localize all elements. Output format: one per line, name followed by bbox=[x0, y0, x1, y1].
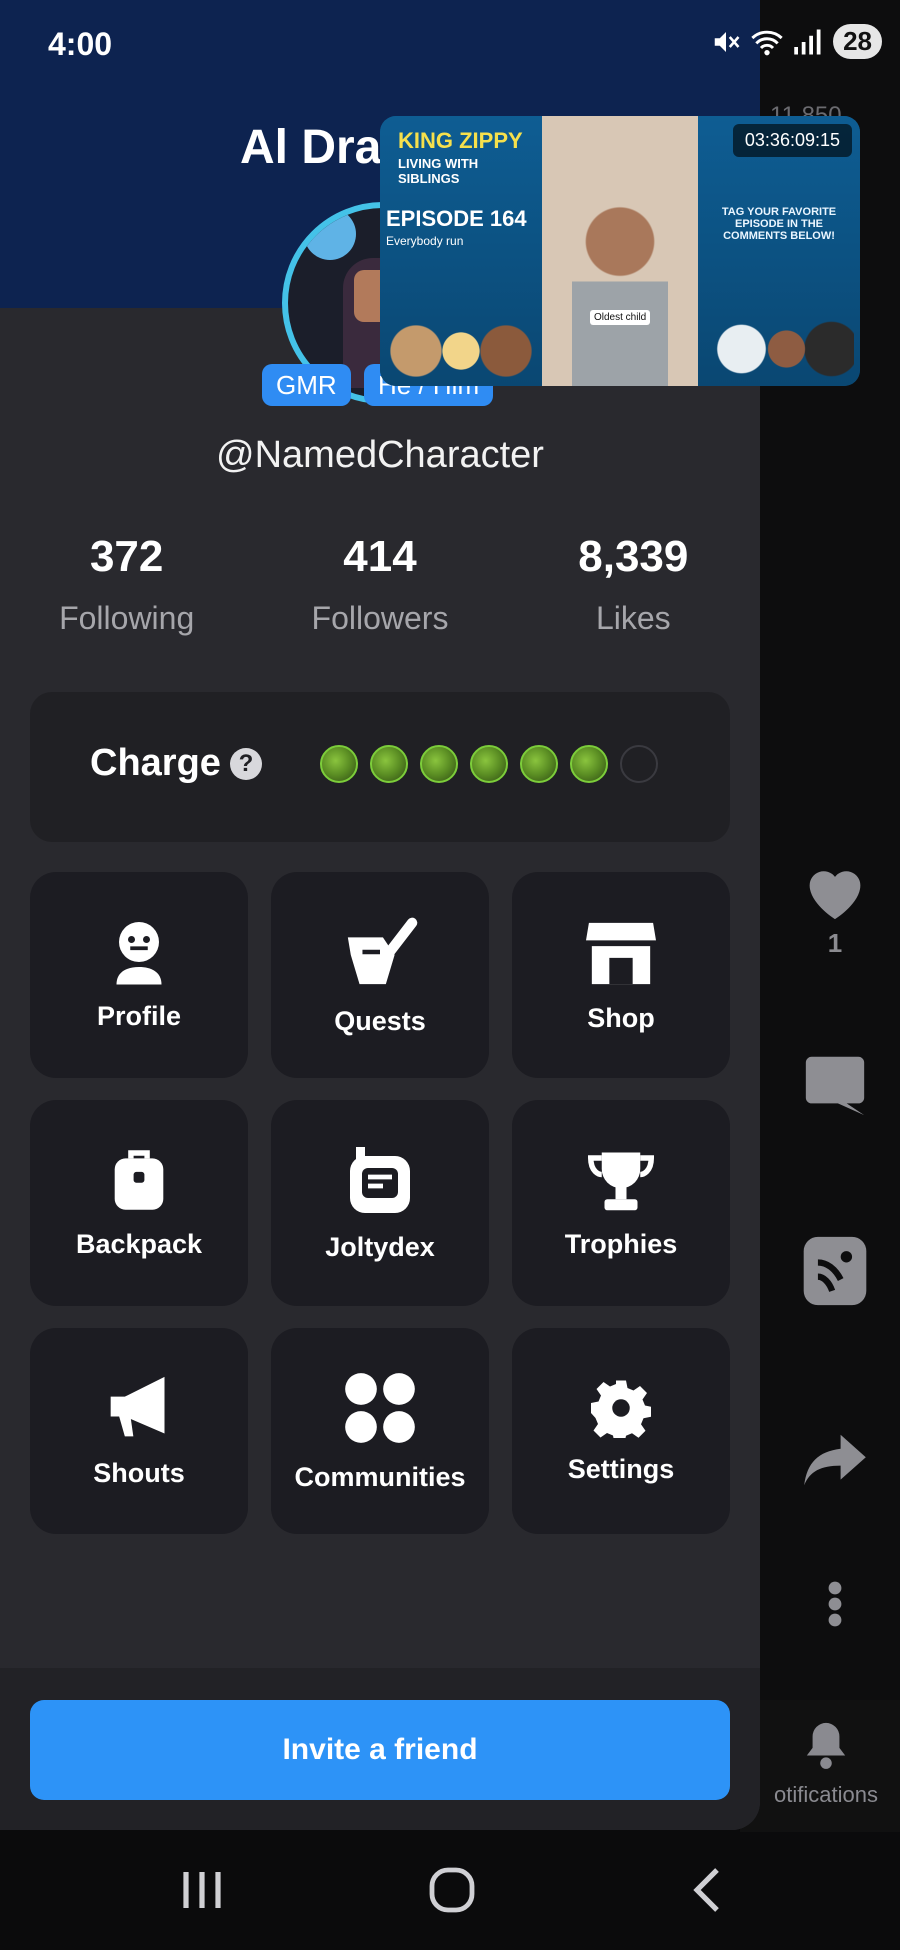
tile-label: Shop bbox=[587, 1002, 655, 1033]
comment-button[interactable] bbox=[790, 1048, 880, 1118]
charge-dot-filled bbox=[370, 745, 408, 783]
stat-value: 372 bbox=[89, 532, 164, 581]
tile-label: Settings bbox=[567, 1453, 675, 1484]
status-icons: 28 bbox=[711, 24, 882, 59]
charge-dot-filled bbox=[420, 745, 458, 783]
stat-followers[interactable]: 414 Followers bbox=[253, 532, 506, 637]
notifications-tab[interactable]: otifications bbox=[752, 1718, 900, 1808]
video-person bbox=[572, 196, 668, 386]
trophies-tile[interactable]: Trophies bbox=[512, 1100, 730, 1306]
tile-label: Communities bbox=[294, 1461, 466, 1492]
quests-icon bbox=[347, 917, 418, 984]
backpack-tile[interactable]: Backpack bbox=[30, 1100, 248, 1306]
stat-likes[interactable]: 8,339 Likes bbox=[507, 532, 760, 637]
stat-value: 8,339 bbox=[578, 532, 689, 581]
video-timer: 03:36:09:15 bbox=[732, 124, 852, 157]
heart-icon bbox=[809, 871, 861, 920]
quests-tile[interactable]: Quests bbox=[271, 872, 489, 1078]
video-characters-right bbox=[704, 312, 854, 386]
wifi-icon bbox=[751, 30, 783, 55]
stat-following[interactable]: 372 Following bbox=[0, 532, 253, 637]
gear-icon bbox=[591, 1380, 651, 1438]
like-button[interactable]: 1 bbox=[790, 860, 880, 959]
charge-dot-empty bbox=[620, 745, 658, 783]
avatar-hat bbox=[304, 208, 356, 260]
backpack-icon bbox=[114, 1149, 164, 1210]
display-name: Al Dra bbox=[240, 121, 382, 174]
help-icon[interactable]: ? bbox=[230, 748, 262, 780]
video-middle-panel: Oldest child bbox=[542, 116, 698, 386]
video-left-panel: KING ZIPPY LIVING WITH SIBLINGS EPISODE … bbox=[380, 116, 542, 386]
tile-label: Joltydex bbox=[325, 1231, 435, 1262]
tile-label: Shouts bbox=[93, 1457, 185, 1488]
megaphone-icon bbox=[110, 1376, 165, 1436]
tile-label: Backpack bbox=[75, 1228, 203, 1259]
invite-friend-button[interactable]: Invite a friend bbox=[30, 1700, 730, 1800]
profile-tile[interactable]: Profile bbox=[30, 872, 248, 1078]
video-characters-left bbox=[386, 316, 536, 386]
shop-icon bbox=[586, 922, 656, 984]
communities-tile[interactable]: Communities bbox=[271, 1328, 489, 1534]
status-time: 4:00 bbox=[48, 26, 113, 62]
remix-button[interactable] bbox=[790, 1234, 880, 1308]
trophy-icon bbox=[588, 1152, 654, 1210]
tile-label: Quests bbox=[334, 1005, 426, 1036]
stat-label: Following bbox=[59, 600, 195, 636]
like-count: 1 bbox=[827, 928, 843, 958]
gmr-badge: GMR bbox=[262, 364, 351, 406]
stat-label: Followers bbox=[311, 600, 449, 636]
system-nav-bar bbox=[0, 1832, 900, 1950]
charge-dot-filled bbox=[320, 745, 358, 783]
recents-icon[interactable] bbox=[180, 1866, 224, 1914]
joltydex-icon bbox=[350, 1146, 410, 1213]
comment-icon bbox=[805, 1056, 865, 1116]
shouts-tile[interactable]: Shouts bbox=[30, 1328, 248, 1534]
remix-icon bbox=[803, 1236, 867, 1306]
back-icon[interactable] bbox=[690, 1866, 724, 1914]
charge-dot-filled bbox=[570, 745, 608, 783]
notifications-label: otifications bbox=[774, 1782, 878, 1807]
charge-dot-filled bbox=[520, 745, 558, 783]
more-vertical-icon bbox=[828, 1581, 842, 1627]
profile-icon bbox=[116, 921, 162, 984]
joltydex-tile[interactable]: Joltydex bbox=[271, 1100, 489, 1306]
pip-video-player[interactable]: KING ZIPPY LIVING WITH SIBLINGS EPISODE … bbox=[380, 116, 860, 386]
mute-icon bbox=[714, 31, 740, 52]
share-icon bbox=[804, 1434, 866, 1486]
stat-value: 414 bbox=[343, 532, 417, 581]
video-episode: EPISODE 164 bbox=[386, 206, 527, 231]
tile-label: Trophies bbox=[564, 1228, 678, 1259]
more-options-button[interactable] bbox=[790, 1580, 880, 1628]
settings-tile[interactable]: Settings bbox=[512, 1328, 730, 1534]
menu-grid: Profile Quests Shop Backpack Joltydex Tr… bbox=[30, 872, 730, 1534]
stat-label: Likes bbox=[595, 600, 671, 636]
video-caption: Oldest child bbox=[590, 310, 651, 325]
charge-dot-filled bbox=[470, 745, 508, 783]
username: @NamedCharacter bbox=[216, 434, 544, 476]
battery-indicator: 28 bbox=[833, 24, 882, 59]
video-subtitle: LIVING WITH SIBLINGS bbox=[398, 156, 479, 186]
share-button[interactable] bbox=[790, 1432, 880, 1488]
tile-label: Profile bbox=[96, 1000, 182, 1031]
charge-meter bbox=[320, 745, 658, 783]
charge-card: Charge ? bbox=[30, 692, 730, 842]
charge-label: Charge bbox=[90, 742, 221, 784]
bell-icon bbox=[806, 1722, 846, 1769]
communities-icon bbox=[345, 1372, 415, 1443]
signal-icon bbox=[794, 29, 821, 54]
shop-tile[interactable]: Shop bbox=[512, 872, 730, 1078]
video-episode-subtitle: Everybody run bbox=[386, 234, 464, 248]
video-cta: TAG YOUR FAVORITE EPISODE IN THE COMMENT… bbox=[721, 206, 837, 242]
video-brand: KING ZIPPY bbox=[398, 128, 523, 153]
profile-stats: 372 Following 414 Followers 8,339 Likes bbox=[0, 532, 760, 637]
home-icon[interactable] bbox=[428, 1866, 476, 1914]
